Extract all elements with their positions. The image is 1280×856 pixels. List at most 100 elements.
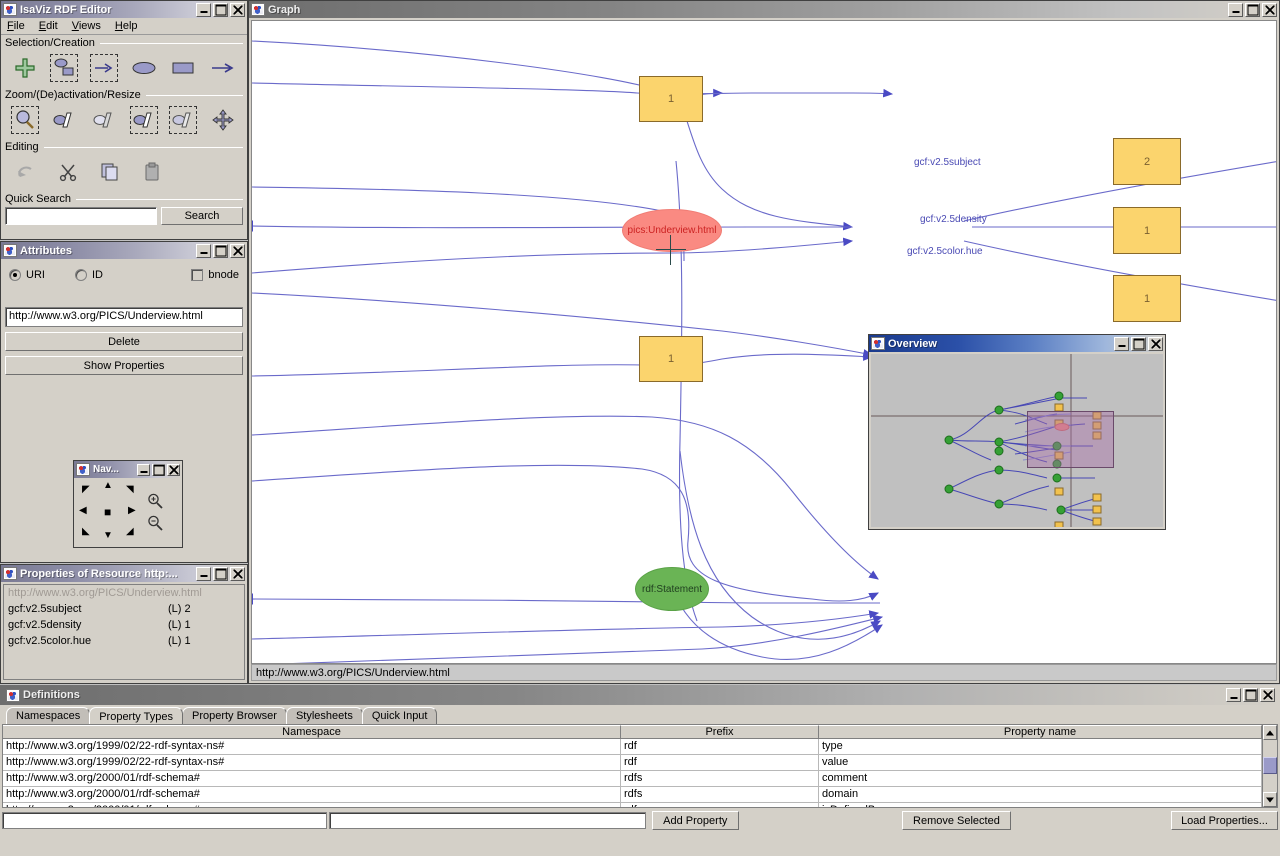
table-vertical-scrollbar[interactable] — [1262, 725, 1277, 807]
zoom-out-icon[interactable] — [147, 515, 163, 531]
close-button[interactable] — [167, 464, 180, 476]
radio-uri[interactable] — [9, 269, 21, 281]
minimize-button[interactable] — [1114, 337, 1129, 351]
property-name: gcf:v2.5subject — [8, 603, 168, 615]
graph-node-box[interactable]: 1 — [1113, 275, 1181, 322]
overview-canvas[interactable] — [871, 354, 1163, 527]
undo-icon[interactable] — [11, 157, 41, 187]
overview-viewport[interactable] — [1027, 411, 1114, 468]
tab-property-types[interactable]: Property Types — [89, 707, 183, 724]
uri-input[interactable]: http://www.w3.org/PICS/Underview.html — [5, 307, 243, 327]
list-item[interactable]: gcf:v2.5subject (L) 2 — [4, 599, 244, 615]
tab-quick-input[interactable]: Quick Input — [362, 707, 438, 724]
maximize-button[interactable] — [213, 3, 228, 17]
column-header-prefix[interactable]: Prefix — [621, 725, 819, 739]
graph-node-box[interactable]: 1 — [639, 336, 703, 382]
nav-right-icon[interactable]: ▶ — [128, 506, 136, 516]
namespace-input[interactable] — [2, 812, 327, 829]
definitions-action-bar: Add Property Remove Selected Load Proper… — [0, 808, 1280, 830]
minimize-button[interactable] — [196, 3, 211, 17]
menu-help[interactable]: Help — [115, 20, 138, 32]
select-edge-icon[interactable] — [89, 53, 119, 83]
column-header-property-name[interactable]: Property name — [819, 725, 1262, 739]
ellipse-icon[interactable] — [129, 53, 159, 83]
maximize-button[interactable] — [213, 567, 228, 581]
graph-node-box[interactable]: 1 — [1113, 207, 1181, 254]
menu-views[interactable]: Views — [72, 20, 101, 32]
arrow-icon[interactable] — [208, 53, 238, 83]
graph-node-statement[interactable]: rdf:Statement — [635, 567, 709, 611]
list-item[interactable]: gcf:v2.5color.hue (L) 1 — [4, 631, 244, 647]
minimize-button[interactable] — [196, 244, 211, 258]
tab-property-browser[interactable]: Property Browser — [182, 707, 287, 724]
resize-right-icon[interactable] — [168, 105, 198, 135]
cut-icon[interactable] — [53, 157, 83, 187]
load-properties-button[interactable]: Load Properties... — [1171, 811, 1278, 830]
maximize-button[interactable] — [1131, 337, 1146, 351]
zoom-in-icon[interactable] — [147, 493, 163, 509]
minimize-button[interactable] — [196, 567, 211, 581]
minimize-button[interactable] — [137, 464, 150, 476]
scroll-down-button[interactable] — [1263, 792, 1277, 807]
graph-node-box[interactable]: 1 — [639, 76, 703, 122]
copy-icon[interactable] — [95, 157, 125, 187]
nav-down-icon[interactable]: ▼ — [103, 531, 113, 541]
maximize-button[interactable] — [1243, 688, 1258, 702]
close-button[interactable] — [230, 567, 245, 581]
graph-node-box[interactable]: 2 — [1113, 138, 1181, 185]
paste-icon[interactable] — [137, 157, 167, 187]
select-node-icon[interactable] — [49, 53, 79, 83]
search-input[interactable] — [5, 207, 157, 225]
close-button[interactable] — [230, 244, 245, 258]
list-item[interactable]: gcf:v2.5density (L) 1 — [4, 615, 244, 631]
selection-group-header: Selection/Creation — [1, 35, 247, 49]
scroll-up-button[interactable] — [1263, 725, 1277, 740]
scroll-track[interactable] — [1263, 740, 1277, 792]
nav-downright-icon[interactable]: ◢ — [126, 527, 134, 537]
menubar: File Edit Views Help — [1, 18, 247, 35]
table-row[interactable]: http://www.w3.org/2000/01/rdf-schema# rd… — [3, 771, 1262, 787]
resize-left-icon[interactable] — [129, 105, 159, 135]
maximize-button[interactable] — [1245, 3, 1260, 17]
add-property-button[interactable]: Add Property — [652, 811, 739, 830]
close-button[interactable] — [230, 3, 245, 17]
rectangle-icon[interactable] — [168, 53, 198, 83]
deactivate-right-icon[interactable] — [89, 105, 119, 135]
minimize-button[interactable] — [1226, 688, 1241, 702]
radio-id[interactable] — [75, 269, 87, 281]
tab-namespaces[interactable]: Namespaces — [6, 707, 90, 724]
nav-left-icon[interactable]: ◀ — [79, 506, 87, 516]
show-properties-button[interactable]: Show Properties — [5, 356, 243, 375]
close-button[interactable] — [1262, 3, 1277, 17]
delete-button[interactable]: Delete — [5, 332, 243, 351]
scroll-thumb[interactable] — [1263, 757, 1277, 774]
nav-up-icon[interactable]: ▲ — [103, 481, 113, 491]
remove-selected-button[interactable]: Remove Selected — [902, 811, 1011, 830]
menu-file[interactable]: File — [7, 20, 25, 32]
maximize-button[interactable] — [213, 244, 228, 258]
nav-upright-icon[interactable]: ◥ — [126, 485, 134, 495]
close-button[interactable] — [1148, 337, 1163, 351]
nav-center-icon[interactable]: ■ — [104, 506, 111, 518]
table-row[interactable]: http://www.w3.org/1999/02/22-rdf-syntax-… — [3, 755, 1262, 771]
menu-edit[interactable]: Edit — [39, 20, 58, 32]
prefix-input[interactable] — [329, 812, 646, 829]
minimize-button[interactable] — [1228, 3, 1243, 17]
nav-downleft-icon[interactable]: ◣ — [82, 527, 90, 537]
table-row[interactable]: http://www.w3.org/1999/02/22-rdf-syntax-… — [3, 739, 1262, 755]
deactivate-left-icon[interactable] — [49, 105, 79, 135]
close-button[interactable] — [1260, 688, 1275, 702]
app-logo-icon — [3, 3, 17, 16]
search-button[interactable]: Search — [161, 207, 243, 225]
graph-node-center[interactable]: pics:Underview.html — [622, 209, 722, 252]
tab-stylesheets[interactable]: Stylesheets — [286, 707, 363, 724]
maximize-button[interactable] — [152, 464, 165, 476]
plus-icon[interactable] — [10, 53, 40, 83]
magnifier-icon[interactable] — [10, 105, 40, 135]
bnode-checkbox[interactable] — [191, 269, 203, 281]
move-icon[interactable] — [208, 105, 238, 135]
edge-label: gcf:v2.5subject — [914, 157, 981, 168]
nav-upleft-icon[interactable]: ◤ — [82, 485, 90, 495]
column-header-namespace[interactable]: Namespace — [3, 725, 621, 739]
table-row[interactable]: http://www.w3.org/2000/01/rdf-schema# rd… — [3, 787, 1262, 803]
